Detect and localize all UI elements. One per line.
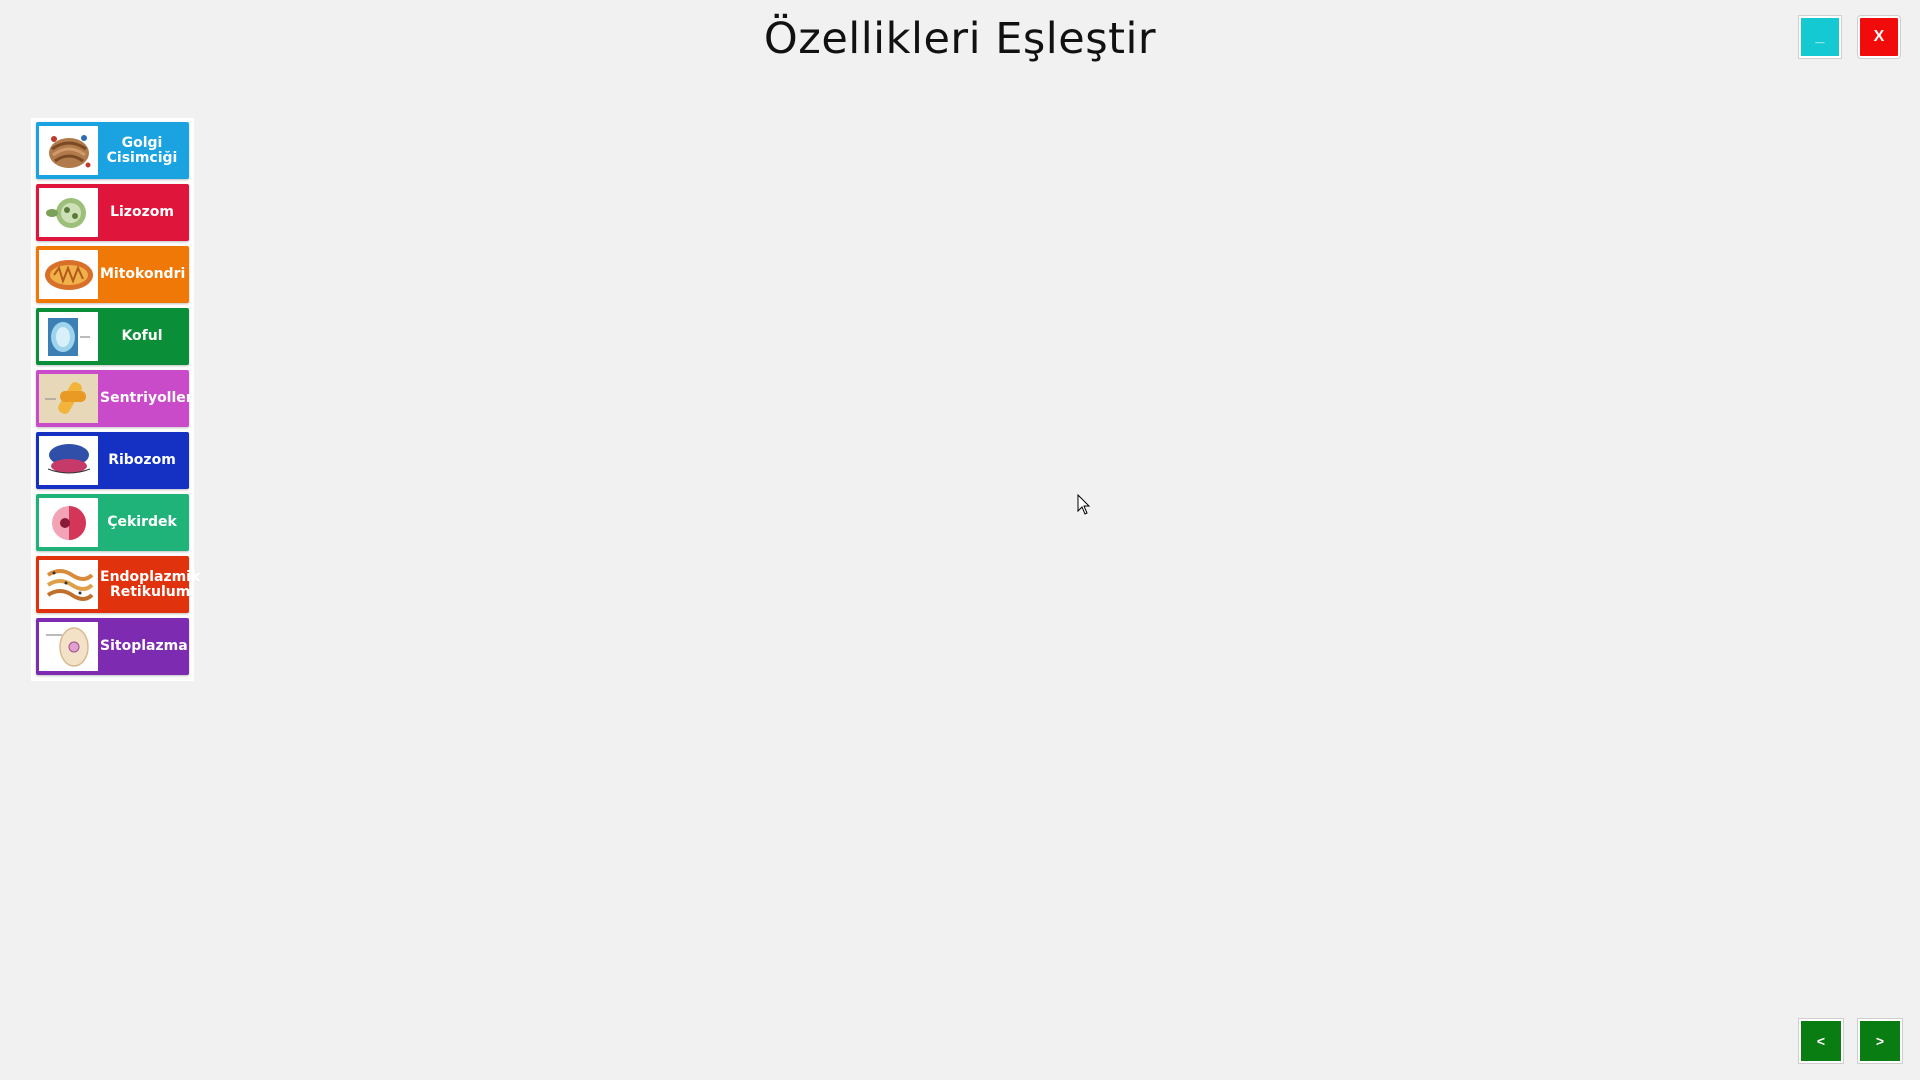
ribosome-image	[39, 436, 98, 485]
card-label: Endoplazmik Retikulum	[100, 568, 201, 600]
card-vacuole[interactable]: Koful	[36, 308, 189, 365]
card-ribosome[interactable]: Ribozom	[36, 432, 189, 489]
card-golgi[interactable]: Golgi Cisimciği	[36, 122, 189, 179]
lysosome-image	[39, 188, 98, 237]
card-mitochondria[interactable]: Mitokondri	[36, 246, 189, 303]
next-button[interactable]: >	[1858, 1019, 1902, 1063]
card-cytoplasm[interactable]: Sitoplazma	[36, 618, 189, 675]
card-nucleus[interactable]: Çekirdek	[36, 494, 189, 551]
match-activity-page: Özellikleri Eşleştir _ X Golgi Cisimciği	[0, 0, 1920, 1080]
previous-button[interactable]: <	[1799, 1019, 1843, 1063]
card-label: Mitokondri	[100, 266, 186, 282]
mouse-cursor-icon	[1077, 494, 1091, 515]
card-label: Ribozom	[108, 452, 176, 468]
card-label: Sentriyoller	[100, 390, 193, 406]
organelle-list: Golgi Cisimciği Lizozom Mitokondri Koful…	[31, 118, 200, 681]
card-lysosome[interactable]: Lizozom	[36, 184, 189, 241]
card-label: Golgi Cisimciği	[106, 134, 178, 166]
mitochondria-image	[39, 250, 98, 299]
er-image	[39, 560, 98, 609]
card-label: Koful	[121, 328, 163, 344]
minimize-button[interactable]: _	[1799, 16, 1841, 58]
golgi-image	[39, 126, 98, 175]
card-endoplasmic-reticulum[interactable]: Endoplazmik Retikulum	[36, 556, 200, 613]
card-label: Sitoplazma	[100, 638, 188, 654]
vacuole-image	[39, 312, 98, 361]
card-centriole[interactable]: Sentriyoller	[36, 370, 193, 427]
close-button[interactable]: X	[1858, 16, 1900, 58]
card-label: Lizozom	[110, 204, 174, 220]
centriole-image	[39, 374, 98, 423]
page-title: Özellikleri Eşleştir	[763, 14, 1157, 64]
card-label: Çekirdek	[107, 514, 177, 530]
nucleus-image	[39, 498, 98, 547]
cytoplasm-image	[39, 622, 98, 671]
